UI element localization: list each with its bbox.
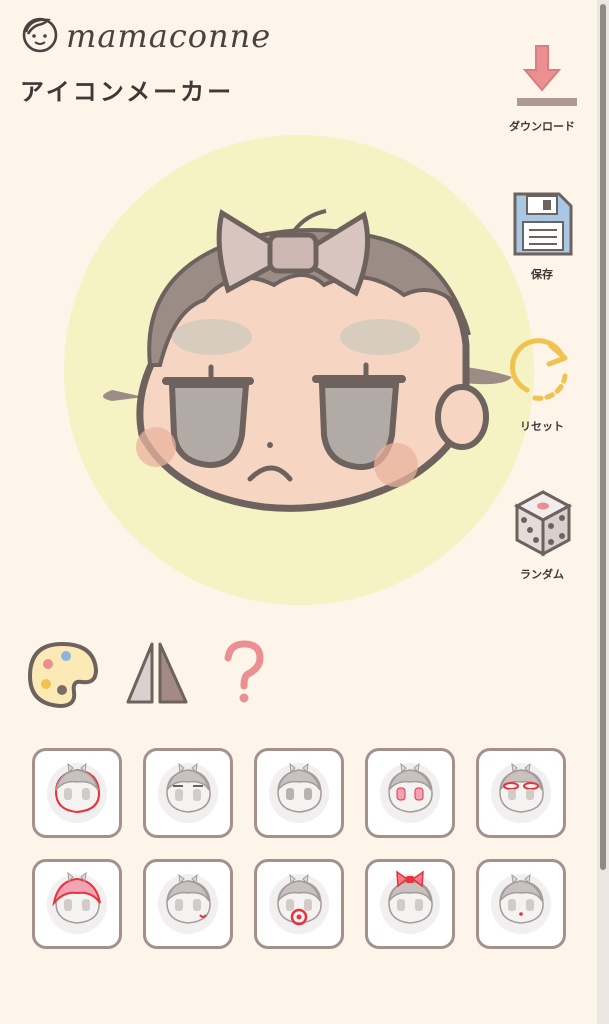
eyebrow-left bbox=[172, 319, 252, 355]
eyebrows-icon bbox=[153, 756, 223, 830]
logo-text: mamaconne bbox=[66, 17, 272, 55]
palette-icon bbox=[26, 641, 100, 714]
flip-button[interactable] bbox=[124, 640, 190, 710]
avatar-nose bbox=[267, 442, 273, 448]
question-mark-icon bbox=[222, 640, 266, 710]
part-tile-ribbon[interactable] bbox=[365, 859, 455, 949]
part-tile-eyes[interactable] bbox=[254, 748, 344, 838]
eye-color-icon bbox=[375, 756, 445, 830]
eye-left bbox=[168, 382, 250, 469]
part-tile-pacifier[interactable] bbox=[254, 859, 344, 949]
reset-label: リセット bbox=[520, 420, 564, 433]
save-label: 保存 bbox=[531, 268, 553, 281]
part-tile-nose[interactable] bbox=[476, 859, 566, 949]
part-tile-mouth[interactable] bbox=[143, 859, 233, 949]
avatar-canvas bbox=[64, 135, 534, 605]
palette-button[interactable] bbox=[26, 640, 100, 714]
baby-logo-icon bbox=[18, 12, 62, 60]
eyes-icon bbox=[264, 756, 334, 830]
scrollbar-thumb[interactable] bbox=[600, 4, 606, 870]
hair-icon bbox=[42, 867, 112, 941]
eyebrow-right bbox=[340, 319, 420, 355]
part-tile-eye-lashes[interactable] bbox=[476, 748, 566, 838]
reset-arrow-icon bbox=[507, 338, 577, 414]
help-button[interactable] bbox=[222, 640, 266, 710]
pacifier-icon bbox=[264, 867, 334, 941]
download-button[interactable]: ダウンロード bbox=[498, 40, 586, 134]
ear-right bbox=[435, 384, 489, 450]
face-outline-icon bbox=[42, 756, 112, 830]
part-tile-hair[interactable] bbox=[32, 859, 122, 949]
eye-lashes-icon bbox=[486, 756, 556, 830]
logo[interactable]: mamaconne bbox=[18, 12, 271, 60]
part-tile-eye-color[interactable] bbox=[365, 748, 455, 838]
cheek-right bbox=[374, 443, 418, 487]
save-button[interactable]: 保存 bbox=[498, 188, 586, 282]
flip-icon bbox=[124, 642, 190, 710]
random-button[interactable]: ランダム bbox=[498, 484, 586, 582]
page-title: アイコンメーカー bbox=[20, 78, 235, 106]
download-arrow-icon bbox=[507, 45, 581, 114]
part-tile-face-outline[interactable] bbox=[32, 748, 122, 838]
dice-icon bbox=[507, 490, 577, 562]
reset-button[interactable]: リセット bbox=[498, 336, 586, 434]
cheek-left bbox=[136, 427, 176, 467]
random-label: ランダム bbox=[520, 568, 564, 581]
ribbon-icon bbox=[375, 867, 445, 941]
download-label: ダウンロード bbox=[509, 120, 575, 133]
part-tile-eyebrows[interactable] bbox=[143, 748, 233, 838]
floppy-disk-icon bbox=[509, 192, 575, 262]
scrollbar[interactable] bbox=[597, 0, 609, 1024]
nose-icon bbox=[486, 867, 556, 941]
mouth-icon bbox=[153, 867, 223, 941]
